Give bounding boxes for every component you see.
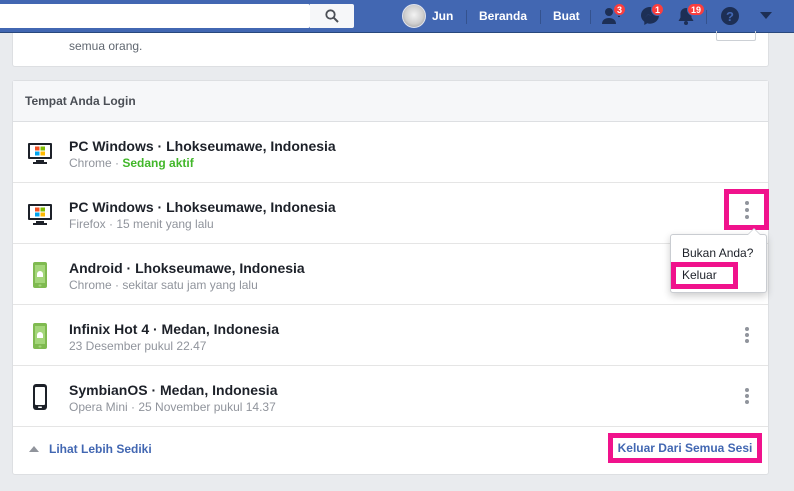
home-link[interactable]: Beranda <box>479 4 527 28</box>
session-row: PC Windows · Lhokseumawe, Indonesia Fire… <box>13 183 768 244</box>
caret-up-icon <box>29 446 39 452</box>
session-title: Infinix Hot 4 · Medan, Indonesia <box>69 321 280 337</box>
active-status: Sedang aktif <box>122 156 194 170</box>
session-row: Android · Lhokseumawe, Indonesia Chrome … <box>13 244 768 305</box>
login-locations-card: Tempat Anda Login PC Windows · Lhokseuma… <box>12 80 769 475</box>
account-menu-button[interactable] <box>754 5 778 27</box>
dot-icon <box>745 388 749 392</box>
profile-link[interactable]: Jun <box>402 4 453 28</box>
top-navigation-bar: Jun Beranda Buat 3 1 19 ? <box>0 0 794 33</box>
sessions-footer: Lihat Lebih Sediki Keluar Dari Semua Ses… <box>13 427 768 471</box>
user-name: Jun <box>432 9 454 23</box>
session-row: Infinix Hot 4 · Medan, Indonesia 23 Dese… <box>13 305 768 366</box>
session-options-button[interactable] <box>742 324 752 346</box>
notifications-button[interactable]: 19 <box>674 3 706 27</box>
nav-divider <box>590 10 591 24</box>
svg-text:?: ? <box>726 9 734 24</box>
kebab-icon <box>744 200 749 219</box>
desktop-computer-icon <box>28 143 52 164</box>
see-less-link[interactable]: Lihat Lebih Sediki <box>29 442 152 456</box>
see-less-label: Lihat Lebih Sediki <box>49 442 152 456</box>
messages-button[interactable]: 1 <box>638 3 665 27</box>
nav-divider <box>706 10 707 24</box>
android-phone-icon <box>33 262 47 288</box>
login-locations-header: Tempat Anda Login <box>13 81 768 122</box>
session-title: Android · Lhokseumawe, Indonesia <box>69 260 305 276</box>
caret-down-icon <box>760 12 772 19</box>
session-row: SymbianOS · Medan, Indonesia Opera Mini … <box>13 366 768 427</box>
mobile-phone-icon <box>33 384 47 410</box>
dot-icon <box>745 339 749 343</box>
session-title: SymbianOS · Medan, Indonesia <box>69 382 278 398</box>
desktop-computer-icon <box>28 204 52 225</box>
previous-section-text: semua orang. <box>69 39 143 53</box>
session-subtitle: Opera Mini · 25 November pukul 14.37 <box>69 400 276 414</box>
notifications-badge: 19 <box>687 3 706 16</box>
session-options-button[interactable] <box>742 385 752 407</box>
session-subtitle: Firefox · 15 menit yang lalu <box>69 217 214 231</box>
help-button[interactable]: ? <box>718 5 742 27</box>
dot-icon <box>745 394 749 398</box>
session-options-button-highlighted[interactable] <box>724 189 769 230</box>
session-title: PC Windows · Lhokseumawe, Indonesia <box>69 138 336 154</box>
session-options-popover: Bukan Anda? Keluar <box>670 228 767 293</box>
dot-icon <box>745 400 749 404</box>
search-input[interactable] <box>0 4 310 28</box>
friend-requests-badge: 3 <box>613 3 627 16</box>
nav-divider <box>466 10 467 24</box>
not-you-label: Bukan Anda? <box>682 246 754 260</box>
logout-menu-item[interactable]: Keluar <box>671 262 738 289</box>
search-icon <box>325 9 339 23</box>
popover-arrow <box>747 228 761 235</box>
android-phone-icon <box>33 323 47 349</box>
messages-badge: 1 <box>651 3 665 16</box>
help-icon: ? <box>721 7 739 25</box>
session-browser: Chrome <box>69 156 112 170</box>
create-link[interactable]: Buat <box>553 4 580 28</box>
dot-icon <box>745 333 749 337</box>
session-subtitle: Chrome · sekitar satu jam yang lalu <box>69 278 258 292</box>
logout-all-sessions-button[interactable]: Keluar Dari Semua Sesi <box>608 433 762 463</box>
nav-divider <box>540 10 541 24</box>
previous-section-button[interactable] <box>716 31 756 41</box>
session-title: PC Windows · Lhokseumawe, Indonesia <box>69 199 336 215</box>
previous-section-card: semua orang. <box>12 31 769 67</box>
friend-requests-button[interactable]: 3 <box>600 3 627 27</box>
session-subtitle: 23 Desember pukul 22.47 <box>69 339 207 353</box>
session-subtitle: Chrome · Sedang aktif <box>69 156 194 170</box>
session-separator: · <box>111 156 123 170</box>
dot-icon <box>745 327 749 331</box>
session-row: PC Windows · Lhokseumawe, Indonesia Chro… <box>13 122 768 183</box>
avatar <box>402 4 426 28</box>
search-button[interactable] <box>310 4 354 28</box>
